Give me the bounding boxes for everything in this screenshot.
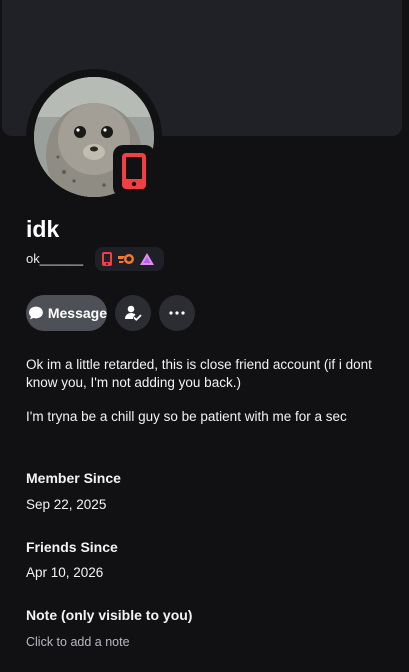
display-name: idk [26,216,60,242]
bio-line: I'm tryna be a chill guy so be patient w… [26,409,347,424]
nitro-badge-icon[interactable] [139,252,155,266]
more-options-button[interactable] [159,295,195,331]
message-button-label: Message [47,305,107,321]
more-icon [169,311,185,315]
mobile-badge-icon[interactable] [101,251,113,267]
message-button[interactable]: Message [26,295,107,331]
bio: Ok im a little retarded, this is close f… [26,356,386,442]
note-heading: Note (only visible to you) [26,607,193,623]
chat-bubble-icon [28,306,43,320]
badge-list [95,247,164,271]
friends-since-date: Apr 10, 2026 [26,565,104,580]
action-bar: Message [26,295,195,331]
bio-line: Ok im a little retarded, this is close f… [26,357,372,390]
profile-panel: idk ok______ Message Ok im a little reta… [0,0,409,672]
add-friend-button[interactable] [115,295,151,331]
member-since-date: Sep 22, 2025 [26,497,107,512]
quest-badge-icon[interactable] [117,252,135,266]
friends-since-heading: Friends Since [26,539,118,555]
mobile-status-icon [122,153,146,189]
add-friend-icon [125,305,142,321]
status-indicator [113,145,155,197]
username[interactable]: ok______ [26,251,83,266]
note-input[interactable]: Click to add a note [26,635,130,649]
member-since-heading: Member Since [26,470,121,486]
